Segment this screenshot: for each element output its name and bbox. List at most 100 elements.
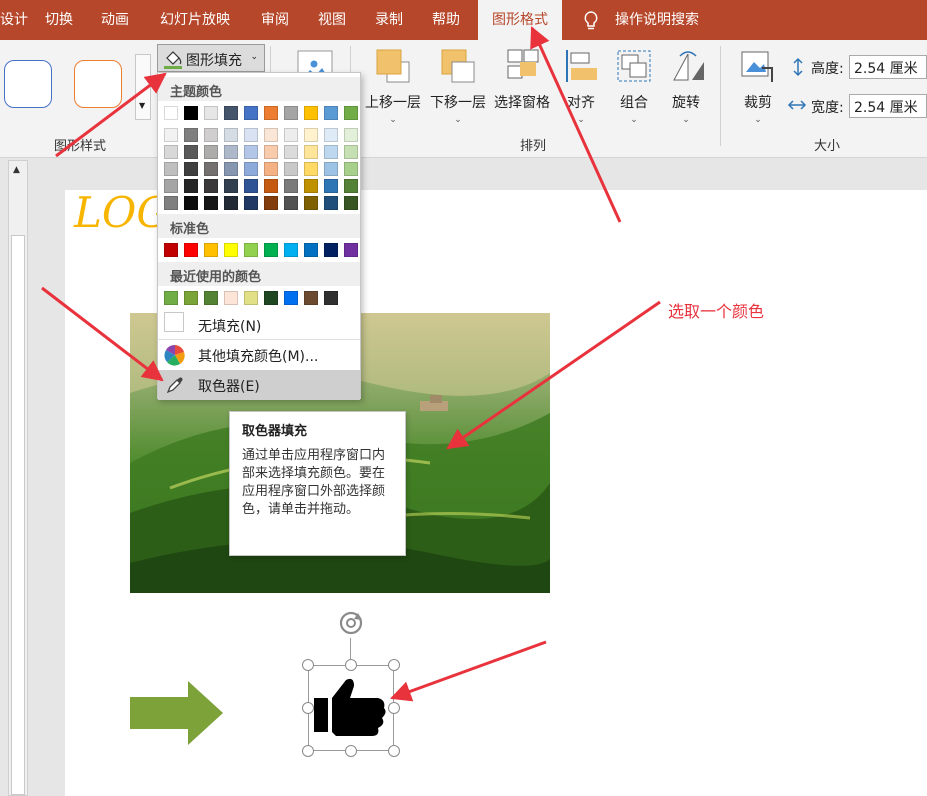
crop-button[interactable]: 裁剪 ⌄ (736, 48, 780, 125)
recent-color-swatch[interactable] (204, 291, 218, 305)
standard-color-swatch[interactable] (324, 243, 338, 257)
theme-shade-swatch[interactable] (184, 196, 198, 210)
theme-shade-swatch[interactable] (324, 145, 338, 159)
theme-shade-swatch[interactable] (304, 162, 318, 176)
tab-2[interactable]: 动画 (101, 0, 129, 40)
theme-shade-swatch[interactable] (164, 145, 178, 159)
theme-shade-swatch[interactable] (244, 145, 258, 159)
scroll-up-icon[interactable]: ▲ (13, 165, 20, 175)
style-gallery-scroll[interactable]: ▼ (135, 54, 151, 120)
scrollbar-thumb[interactable] (11, 235, 25, 795)
theme-shade-swatch[interactable] (344, 196, 358, 210)
width-input[interactable]: 2.54 厘米 (849, 94, 927, 118)
theme-shade-swatch[interactable] (264, 128, 278, 142)
theme-shade-swatch[interactable] (264, 162, 278, 176)
theme-shade-swatch[interactable] (244, 179, 258, 193)
tab-7[interactable]: 帮助 (432, 0, 460, 40)
shape-fill-button[interactable]: 图形填充 ⌄ (157, 44, 265, 72)
align-button[interactable]: 对齐 ⌄ (558, 48, 604, 125)
theme-color-swatch[interactable] (324, 106, 338, 120)
recent-color-swatch[interactable] (164, 291, 178, 305)
theme-shade-swatch[interactable] (284, 162, 298, 176)
theme-shade-swatch[interactable] (184, 128, 198, 142)
theme-shade-swatch[interactable] (164, 162, 178, 176)
standard-color-swatch[interactable] (244, 243, 258, 257)
standard-color-swatch[interactable] (224, 243, 238, 257)
theme-shade-swatch[interactable] (344, 128, 358, 142)
theme-shade-swatch[interactable] (224, 179, 238, 193)
theme-shade-swatch[interactable] (224, 196, 238, 210)
theme-shade-swatch[interactable] (184, 179, 198, 193)
recent-color-swatch[interactable] (264, 291, 278, 305)
theme-shade-swatch[interactable] (324, 179, 338, 193)
tab-3[interactable]: 幻灯片放映 (160, 0, 230, 40)
recent-color-swatch[interactable] (324, 291, 338, 305)
more-fill-colors-item[interactable]: 其他填充颜色(M)... (158, 340, 360, 370)
resize-handle[interactable] (345, 659, 357, 671)
tab-6[interactable]: 录制 (375, 0, 403, 40)
recent-color-swatch[interactable] (184, 291, 198, 305)
send-backward-button[interactable]: 下移一层 ⌄ (426, 48, 490, 125)
tab-5[interactable]: 视图 (318, 0, 346, 40)
no-fill-item[interactable]: 无填充(N) (158, 310, 360, 340)
theme-shade-swatch[interactable] (344, 145, 358, 159)
theme-shade-swatch[interactable] (264, 179, 278, 193)
group-button[interactable]: 组合 ⌄ (612, 48, 656, 125)
theme-shade-swatch[interactable] (324, 128, 338, 142)
theme-color-swatch[interactable] (204, 106, 218, 120)
theme-shade-swatch[interactable] (244, 162, 258, 176)
theme-shade-swatch[interactable] (344, 179, 358, 193)
recent-color-swatch[interactable] (284, 291, 298, 305)
theme-shade-swatch[interactable] (204, 196, 218, 210)
eyedropper-item[interactable]: 取色器(E) (158, 370, 360, 400)
theme-shade-swatch[interactable] (204, 128, 218, 142)
theme-shade-swatch[interactable] (284, 128, 298, 142)
recent-color-swatch[interactable] (244, 291, 258, 305)
theme-color-swatch[interactable] (164, 106, 178, 120)
selection-pane-button[interactable]: 选择窗格 (491, 48, 553, 112)
theme-shade-swatch[interactable] (244, 196, 258, 210)
standard-color-swatch[interactable] (184, 243, 198, 257)
theme-shade-swatch[interactable] (224, 162, 238, 176)
theme-color-swatch[interactable] (264, 106, 278, 120)
tab-4[interactable]: 审阅 (261, 0, 289, 40)
theme-shade-swatch[interactable] (224, 128, 238, 142)
resize-handle[interactable] (388, 659, 400, 671)
tab-1[interactable]: 切换 (45, 0, 73, 40)
theme-color-swatch[interactable] (304, 106, 318, 120)
theme-shade-swatch[interactable] (224, 145, 238, 159)
theme-shade-swatch[interactable] (204, 179, 218, 193)
theme-shade-swatch[interactable] (284, 179, 298, 193)
rotate-button[interactable]: 旋转 ⌄ (664, 48, 708, 125)
recent-color-swatch[interactable] (304, 291, 318, 305)
theme-shade-swatch[interactable] (164, 196, 178, 210)
tell-me-search[interactable]: 操作说明搜索 (615, 0, 699, 40)
green-arrow-shape[interactable] (130, 681, 224, 745)
theme-shade-swatch[interactable] (184, 145, 198, 159)
theme-shade-swatch[interactable] (304, 179, 318, 193)
theme-shade-swatch[interactable] (344, 162, 358, 176)
theme-shade-swatch[interactable] (164, 128, 178, 142)
theme-color-swatch[interactable] (224, 106, 238, 120)
standard-color-swatch[interactable] (164, 243, 178, 257)
theme-shade-swatch[interactable] (204, 145, 218, 159)
standard-color-swatch[interactable] (284, 243, 298, 257)
theme-color-swatch[interactable] (244, 106, 258, 120)
theme-color-swatch[interactable] (284, 106, 298, 120)
theme-shade-swatch[interactable] (304, 145, 318, 159)
rotate-handle-icon[interactable] (336, 608, 366, 638)
shape-style-blue[interactable] (4, 60, 52, 108)
resize-handle[interactable] (388, 745, 400, 757)
theme-shade-swatch[interactable] (264, 196, 278, 210)
theme-shade-swatch[interactable] (324, 196, 338, 210)
theme-shade-swatch[interactable] (304, 128, 318, 142)
theme-shade-swatch[interactable] (204, 162, 218, 176)
resize-handle[interactable] (302, 745, 314, 757)
recent-color-swatch[interactable] (224, 291, 238, 305)
theme-shade-swatch[interactable] (284, 145, 298, 159)
tab-shape-format[interactable]: 图形格式 (478, 0, 562, 40)
standard-color-swatch[interactable] (344, 243, 358, 257)
vertical-scrollbar[interactable]: ▲ (8, 160, 28, 796)
standard-color-swatch[interactable] (204, 243, 218, 257)
standard-color-swatch[interactable] (264, 243, 278, 257)
